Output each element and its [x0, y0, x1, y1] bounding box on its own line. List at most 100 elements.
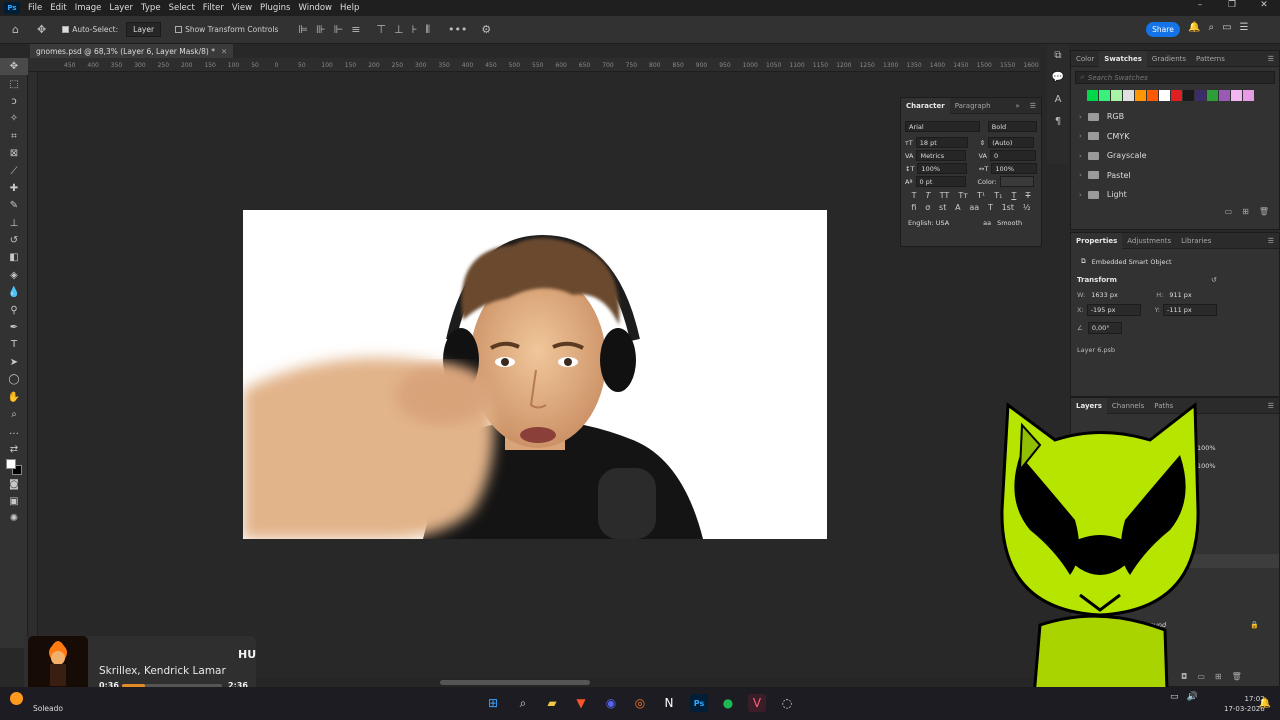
windows-start-icon[interactable]: ⊞	[484, 694, 502, 712]
new-layer-icon[interactable]: ⊞	[1215, 672, 1222, 681]
pen-tool-icon[interactable]: ✒	[0, 319, 28, 336]
home-icon[interactable]: ⌂	[12, 23, 19, 36]
menu-type[interactable]: Type	[137, 3, 165, 13]
search-icon[interactable]: ⌕	[1208, 22, 1214, 33]
kerning-field[interactable]: Metrics	[916, 150, 967, 161]
document-tab[interactable]: gnomes.psd @ 68,3% (Layer 6, Layer Mask/…	[30, 44, 234, 58]
frame-tool-icon[interactable]: ⊠	[0, 145, 28, 162]
color-swatches-icon[interactable]	[0, 458, 28, 475]
horizontal-scrollbar-thumb[interactable]	[440, 680, 590, 685]
file-explorer-icon[interactable]: ▰	[543, 694, 561, 712]
swatch-chip[interactable]	[1243, 90, 1254, 101]
auto-select-checkbox[interactable]: Auto-Select:	[62, 25, 118, 34]
half-fraction-icon[interactable]: ½	[1023, 203, 1031, 212]
swash-icon[interactable]: st	[939, 203, 946, 212]
document-canvas[interactable]	[243, 210, 827, 539]
trash-icon[interactable]: 🗑	[1259, 207, 1269, 216]
swatch-chip[interactable]	[1219, 90, 1230, 101]
crop-tool-icon[interactable]: ⌗	[0, 128, 28, 145]
font-size-field[interactable]: 18 pt	[915, 137, 968, 148]
move-tool-icon[interactable]: ✥	[37, 23, 46, 36]
swatch-group-cmyk[interactable]: › CMYK	[1071, 127, 1279, 147]
hand-tool-icon[interactable]: ✋	[0, 388, 28, 405]
brush-tool-icon[interactable]: ✎	[0, 197, 28, 214]
all-caps-icon[interactable]: TT	[940, 191, 950, 200]
swatch-chip[interactable]	[1183, 90, 1194, 101]
bell-icon[interactable]: 🔔	[1188, 22, 1200, 33]
search-swatches-input[interactable]: ⌕ Search Swatches	[1075, 71, 1275, 84]
transform-controls-checkbox[interactable]: Show Transform Controls	[175, 25, 278, 34]
tab-libraries[interactable]: Libraries	[1176, 233, 1216, 249]
paragraph-panel-icon[interactable]: ¶	[1047, 110, 1069, 132]
tab-swatches[interactable]: Swatches	[1099, 50, 1147, 67]
eraser-tool-icon[interactable]: ◧	[0, 249, 28, 266]
swatch-chip[interactable]	[1147, 90, 1158, 101]
brave-browser-icon[interactable]: ▼	[572, 694, 590, 712]
quick-mask-icon[interactable]: ◙	[0, 475, 28, 492]
reset-transform-icon[interactable]: ↺	[1211, 276, 1217, 284]
history-brush-tool-icon[interactable]: ↺	[0, 232, 28, 249]
menu-view[interactable]: View	[228, 3, 256, 13]
generative-fill-icon[interactable]: ✺	[0, 510, 28, 527]
lock-icon[interactable]: 🔒	[1250, 621, 1259, 629]
menu-select[interactable]: Select	[165, 3, 199, 13]
object-select-tool-icon[interactable]: ✧	[0, 110, 28, 127]
distribute-icon[interactable]: ≡	[351, 23, 360, 36]
stylistic-alt-icon[interactable]: A	[955, 203, 960, 212]
properties-menu-icon[interactable]: ☰	[1263, 233, 1279, 249]
height-field[interactable]: 911 px	[1166, 290, 1220, 300]
close-icon[interactable]: ✕	[1248, 0, 1280, 14]
move-tool-icon[interactable]: ✥	[0, 58, 28, 76]
tab-adjustments[interactable]: Adjustments	[1122, 233, 1176, 249]
character-panel-icon[interactable]: A	[1047, 88, 1069, 110]
language-dropdown[interactable]: English: USA	[905, 217, 975, 228]
align-middle-icon[interactable]: ⊥	[394, 23, 404, 36]
delete-layer-icon[interactable]: 🗑	[1232, 672, 1242, 681]
network-icon[interactable]: ▭	[1170, 692, 1179, 702]
settings-gear-icon[interactable]: ⚙	[481, 23, 491, 36]
font-family-dropdown[interactable]: Arial	[905, 121, 980, 132]
shape-tool-icon[interactable]: ◯	[0, 371, 28, 388]
menu-image[interactable]: Image	[71, 3, 106, 13]
tracking-field[interactable]: 0	[989, 150, 1036, 161]
faux-italic-icon[interactable]: T	[926, 191, 931, 200]
menu-window[interactable]: Window	[294, 3, 336, 13]
fractions-icon[interactable]: 1st	[1002, 203, 1014, 212]
x-field[interactable]: -195 px	[1086, 304, 1141, 316]
align-top-icon[interactable]: ⊤	[376, 23, 386, 36]
swatch-group-light[interactable]: › Light	[1071, 185, 1279, 205]
menu-help[interactable]: Help	[336, 3, 363, 13]
swatch-group-grayscale[interactable]: › Grayscale	[1071, 146, 1279, 166]
swatch-group-pastel[interactable]: › Pastel	[1071, 166, 1279, 186]
tab-color[interactable]: Color	[1071, 51, 1099, 67]
small-caps-icon[interactable]: Tт	[958, 191, 968, 200]
new-group-icon[interactable]: ▭	[1225, 207, 1233, 216]
swatch-group-rgb[interactable]: › RGB	[1071, 107, 1279, 127]
align-bottom-icon[interactable]: ⊦	[412, 23, 418, 36]
align-right-icon[interactable]: ⊩	[334, 23, 344, 36]
collapse-panel-icon[interactable]: »	[1010, 98, 1024, 114]
healing-tool-icon[interactable]: ✚	[0, 180, 28, 197]
font-style-dropdown[interactable]: Bold	[987, 121, 1037, 132]
more-options-icon[interactable]: •••	[448, 23, 467, 36]
menu-file[interactable]: File	[24, 3, 46, 13]
restore-icon[interactable]: ❐	[1216, 0, 1248, 14]
vertical-scale-field[interactable]: 100%	[917, 163, 967, 174]
menu-layer[interactable]: Layer	[105, 3, 137, 13]
workspace-icon[interactable]: ▭	[1222, 22, 1231, 33]
distribute-vertical-icon[interactable]: ⫴	[425, 23, 430, 37]
swatch-chip[interactable]	[1207, 90, 1218, 101]
tab-patterns[interactable]: Patterns	[1191, 51, 1230, 67]
titling-icon[interactable]: aa	[969, 203, 979, 212]
type-tool-icon[interactable]: T	[0, 336, 28, 353]
new-swatch-icon[interactable]: ⊞	[1242, 207, 1249, 216]
tab-gradients[interactable]: Gradients	[1147, 51, 1191, 67]
discord-icon[interactable]: ◉	[602, 694, 620, 712]
comments-panel-icon[interactable]: 💬	[1047, 66, 1069, 88]
zoom-tool-icon[interactable]: ⌕	[0, 406, 28, 423]
taskbar-search-icon[interactable]: ⌕	[514, 694, 532, 712]
auto-select-dropdown[interactable]: Layer	[126, 22, 162, 37]
spotify-icon[interactable]: ●	[719, 694, 737, 712]
subscript-icon[interactable]: T₁	[994, 191, 1002, 200]
volume-icon[interactable]: 🔊	[1187, 692, 1198, 702]
